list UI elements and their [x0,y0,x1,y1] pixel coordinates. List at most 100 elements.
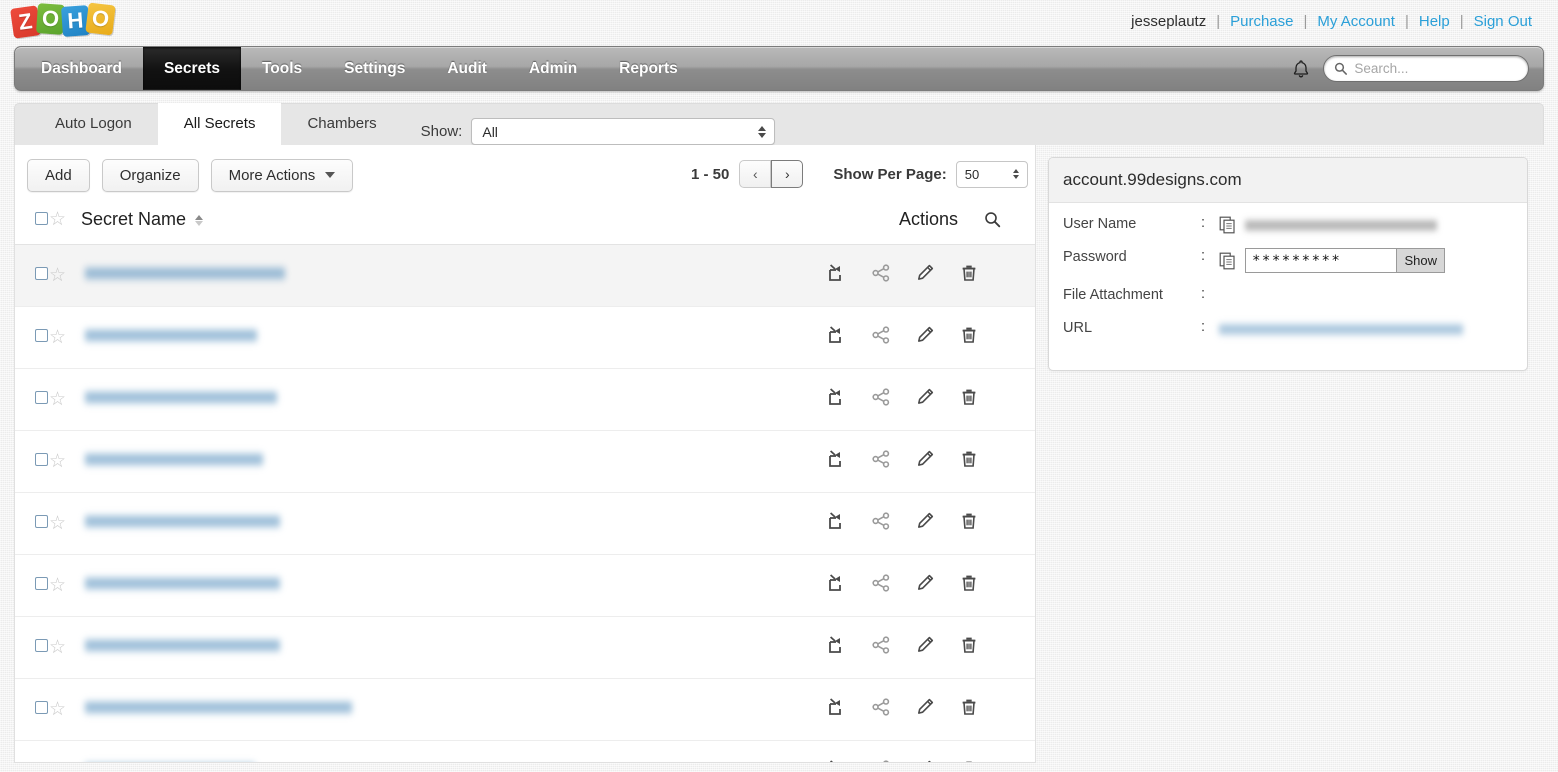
delete-icon[interactable] [959,511,979,531]
delete-icon[interactable] [959,697,979,717]
table-row[interactable]: ☆ [15,492,1035,555]
nav-item-audit[interactable]: Audit [426,47,508,90]
url-value-redacted[interactable] [1219,321,1463,337]
row-checkbox[interactable] [35,763,48,764]
show-filter-select[interactable]: All [471,118,776,145]
row-name-cell[interactable] [81,430,805,493]
chevron-left-icon[interactable]: ‹ [739,160,772,188]
delete-icon[interactable] [959,387,979,407]
row-checkbox[interactable] [35,514,48,528]
star-icon[interactable]: ☆ [49,761,66,763]
row-checkbox[interactable] [35,452,48,466]
table-row[interactable]: ☆ [15,678,1035,741]
table-row[interactable]: ☆ [15,554,1035,617]
row-name-cell[interactable] [81,678,805,741]
add-button[interactable]: Add [27,158,90,192]
global-search[interactable] [1323,55,1529,82]
secret-name-link[interactable] [85,760,255,762]
tab-auto-logon[interactable]: Auto Logon [29,103,158,145]
edit-icon[interactable] [915,449,935,469]
launch-icon[interactable] [827,387,847,407]
star-icon[interactable]: ☆ [49,389,66,410]
nav-item-admin[interactable]: Admin [508,47,598,90]
star-icon[interactable]: ☆ [49,327,66,348]
organize-button[interactable]: Organize [101,158,199,192]
table-row[interactable]: ☆ [15,430,1035,493]
copy-icon[interactable] [1219,252,1237,270]
row-name-cell[interactable] [81,740,805,762]
launch-icon[interactable] [827,449,847,469]
row-checkbox[interactable] [35,576,48,590]
nav-item-reports[interactable]: Reports [598,47,699,90]
edit-icon[interactable] [915,697,935,717]
star-icon[interactable]: ☆ [49,451,66,472]
share-icon[interactable] [871,263,891,283]
help-link[interactable]: Help [1409,13,1460,30]
share-icon[interactable] [871,635,891,655]
secret-name-link[interactable] [85,512,280,530]
table-row[interactable]: ☆ [15,306,1035,369]
secret-name-link[interactable] [85,574,280,592]
secret-name-link[interactable] [85,388,277,406]
star-icon[interactable]: ☆ [49,209,66,230]
table-row[interactable]: ☆ [15,368,1035,431]
zoho-logo[interactable]: Z O H O [10,2,116,42]
star-icon[interactable]: ☆ [49,699,66,720]
star-icon[interactable]: ☆ [49,637,66,658]
launch-icon[interactable] [827,263,847,283]
secret-name-link[interactable] [85,264,285,282]
row-name-cell[interactable] [81,244,805,307]
secret-name-link[interactable] [85,326,257,344]
row-name-cell[interactable] [81,492,805,555]
tab-all-secrets[interactable]: All Secrets [157,103,282,145]
secret-name-link[interactable] [85,698,352,716]
table-row[interactable]: ☆ [15,616,1035,679]
nav-item-secrets[interactable]: Secrets [142,47,241,90]
secret-name-link[interactable] [85,636,280,654]
share-icon[interactable] [871,511,891,531]
row-checkbox[interactable] [35,700,48,714]
edit-icon[interactable] [915,511,935,531]
select-all-checkbox[interactable] [35,212,48,225]
delete-icon[interactable] [959,263,979,283]
nav-item-dashboard[interactable]: Dashboard [15,47,143,90]
search-icon[interactable] [984,211,1001,228]
row-name-cell[interactable] [81,616,805,679]
delete-icon[interactable] [959,573,979,593]
copy-icon[interactable] [1219,216,1237,234]
show-password-button[interactable]: Show [1396,249,1444,272]
row-name-cell[interactable] [81,554,805,617]
launch-icon[interactable] [827,635,847,655]
nav-item-tools[interactable]: Tools [241,47,323,90]
launch-icon[interactable] [827,325,847,345]
edit-icon[interactable] [915,263,935,283]
launch-icon[interactable] [827,697,847,717]
purchase-link[interactable]: Purchase [1220,13,1303,30]
row-name-cell[interactable] [81,306,805,369]
nav-item-settings[interactable]: Settings [323,47,426,90]
share-icon[interactable] [871,759,891,762]
row-name-cell[interactable] [81,368,805,431]
per-page-select[interactable]: 50 [955,160,1028,188]
chevron-right-icon[interactable]: › [771,160,804,188]
table-row[interactable]: ☆ [15,244,1035,307]
delete-icon[interactable] [959,325,979,345]
tab-chambers[interactable]: Chambers [281,103,402,145]
delete-icon[interactable] [959,635,979,655]
delete-icon[interactable] [959,759,979,762]
table-row[interactable]: ☆ [15,740,1035,764]
secret-name-link[interactable] [85,450,263,468]
secret-name-header[interactable]: Secret Name [81,203,805,245]
my-account-link[interactable]: My Account [1307,13,1405,30]
launch-icon[interactable] [827,573,847,593]
star-icon[interactable]: ☆ [49,513,66,534]
star-icon[interactable]: ☆ [49,265,66,286]
row-checkbox[interactable] [35,266,48,280]
row-checkbox[interactable] [35,638,48,652]
share-icon[interactable] [871,697,891,717]
share-icon[interactable] [871,325,891,345]
password-field[interactable]: ********* Show [1245,248,1445,273]
share-icon[interactable] [871,387,891,407]
launch-icon[interactable] [827,759,847,762]
edit-icon[interactable] [915,325,935,345]
